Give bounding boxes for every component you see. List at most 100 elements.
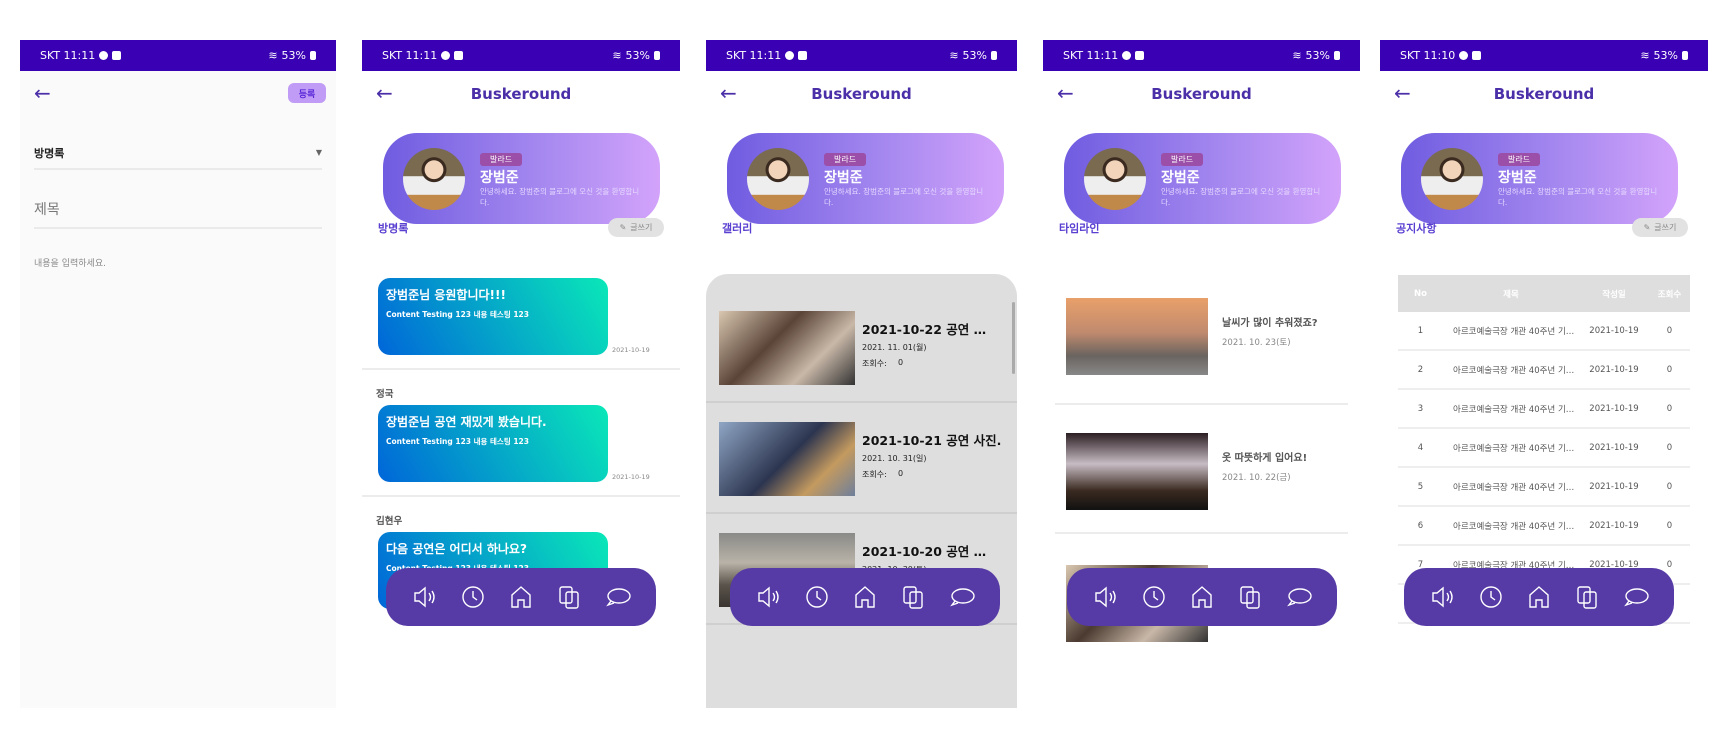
table-row[interactable]: 5 아르코예술극장 개관 40주년 기… 2021-10-19 0 <box>1398 468 1690 507</box>
wifi-icon: ≋ <box>1640 49 1650 62</box>
timeline-photo[interactable] <box>1066 298 1208 375</box>
divider <box>1055 532 1348 534</box>
back-arrow-icon[interactable]: ← <box>376 83 393 103</box>
table-row[interactable]: 6 아르코예술극장 개관 40주년 기… 2021-10-19 0 <box>1398 507 1690 546</box>
timeline-date: 2021. 10. 23(토) <box>1222 338 1291 348</box>
clock-icon[interactable] <box>1141 584 1167 610</box>
entry-date: 2021-10-19 <box>612 473 650 481</box>
back-arrow-icon[interactable]: ← <box>1057 83 1074 103</box>
status-time: SKT 11:11 <box>726 49 782 62</box>
genre-badge: 발라드 <box>1161 153 1204 166</box>
table-cell: 3 <box>1417 403 1424 414</box>
table-cell: 2021-10-19 <box>1589 442 1639 453</box>
table-row[interactable]: 4 아르코예술극장 개관 40주년 기… 2021-10-19 0 <box>1398 429 1690 468</box>
clock-icon[interactable] <box>1478 584 1504 610</box>
home-icon[interactable] <box>508 584 534 610</box>
copy-icon[interactable] <box>900 584 926 610</box>
chat-icon[interactable] <box>605 584 631 610</box>
artist-name: 장범준 <box>824 170 863 186</box>
status-time: SKT 11:11 <box>1063 49 1119 62</box>
table-cell: 2021-10-19 <box>1589 364 1639 375</box>
column-header: No <box>1414 288 1427 299</box>
content-input[interactable]: 내용을 입력하세요. <box>34 256 106 269</box>
gallery-item[interactable]: 2021-10-21 공연 사진. 2021. 10. 31(일) 조회수: 0 <box>706 403 1017 514</box>
bottom-nav <box>386 568 656 626</box>
views-label: 조회수: <box>862 470 887 479</box>
write-button[interactable]: ✎ 글쓰기 <box>1632 218 1688 237</box>
profile-card: 발라드 장범준 안녕하세요. 장범준의 블로그에 오신 것을 환영합니다. <box>1401 133 1678 224</box>
home-icon[interactable] <box>1189 584 1215 610</box>
table-cell: 4 <box>1417 442 1424 453</box>
artist-name: 장범준 <box>480 170 519 186</box>
artist-name: 장범준 <box>1498 170 1537 186</box>
table-header: No 제목 작성일 조회수 <box>1398 275 1690 312</box>
entry-title: 장범준님 응원합니다!!! <box>386 288 506 302</box>
chat-icon[interactable] <box>1623 584 1649 610</box>
board-select-value: 방명록 <box>34 146 65 160</box>
copy-icon[interactable] <box>1237 584 1263 610</box>
status-bar: SKT 11:10 ≋ 53% <box>1380 40 1708 71</box>
timeline-screen: SKT 11:11 ≋ 53% ← Buskeround 발라드 장범준 안녕하세요. 장범준… <box>1043 40 1360 708</box>
notice-screen: SKT 11:10 ≋ 53% ← Buskeround 발라드 장범준 안녕하세요. 장범준… <box>1380 40 1708 708</box>
table-row[interactable]: 3 아르코예술극장 개관 40주년 기… 2021-10-19 0 <box>1398 390 1690 429</box>
status-time: SKT 11:11 <box>40 49 96 62</box>
speaker-icon[interactable] <box>755 584 781 610</box>
speaker-icon[interactable] <box>411 584 437 610</box>
table-cell: 0 <box>1666 403 1673 414</box>
gallery-item[interactable]: 2021-10-22 공연 … 2021. 11. 01(월) 조회수: 0 <box>706 292 1017 403</box>
timeline-photo[interactable] <box>1066 433 1208 510</box>
app-title: Buskeround <box>811 85 912 103</box>
copy-icon[interactable] <box>556 584 582 610</box>
genre-badge: 발라드 <box>480 153 523 166</box>
table-cell: 2021-10-19 <box>1589 481 1639 492</box>
submit-button[interactable]: 등록 <box>288 83 326 103</box>
battery-icon <box>991 51 997 60</box>
home-icon[interactable] <box>1526 584 1552 610</box>
clock-icon[interactable] <box>804 584 830 610</box>
app-title: Buskeround <box>1493 85 1595 103</box>
title-input[interactable]: 제목 <box>34 190 322 229</box>
battery-level: 53% <box>962 49 987 62</box>
clock-icon[interactable] <box>460 584 486 610</box>
battery-icon <box>654 51 660 60</box>
board-select[interactable]: 방명록 ▼ <box>34 137 322 170</box>
message-icon <box>99 51 109 60</box>
table-row[interactable]: 1 아르코예술극장 개관 40주년 기… 2021-10-19 0 <box>1398 312 1690 351</box>
speaker-icon[interactable] <box>1092 584 1118 610</box>
back-arrow-icon[interactable]: ← <box>34 83 51 103</box>
status-bar: SKT 11:11 ≋ 53% <box>706 40 1017 71</box>
bottom-nav <box>1404 568 1674 626</box>
chat-icon[interactable] <box>949 584 975 610</box>
timeline-title[interactable]: 날씨가 많이 추워졌죠? <box>1222 314 1318 329</box>
guestbook-entry[interactable]: 장범준님 공연 재밌게 봤습니다. Content Testing 123 내용 … <box>378 405 608 482</box>
back-arrow-icon[interactable]: ← <box>720 83 737 103</box>
section-title: 갤러리 <box>722 222 753 235</box>
avatar <box>1421 148 1483 210</box>
avatar <box>403 148 465 210</box>
write-label: 글쓰기 <box>630 223 653 232</box>
speaker-icon[interactable] <box>1429 584 1455 610</box>
back-arrow-icon[interactable]: ← <box>1394 83 1411 103</box>
timeline-title[interactable]: 옷 따뜻하게 입어요! <box>1222 449 1307 464</box>
copy-icon[interactable] <box>1574 584 1600 610</box>
dropdown-arrow-icon: ▼ <box>315 148 322 157</box>
guestbook-entry[interactable]: 장범준님 응원합니다!!! Content Testing 123 내용 테스팅 … <box>378 278 608 355</box>
timeline-date: 2021. 10. 22(금) <box>1222 473 1291 483</box>
status-bar: SKT 11:11 ≋ 53% <box>20 40 336 71</box>
status-time: SKT 11:11 <box>382 49 438 62</box>
wifi-icon: ≋ <box>268 49 278 62</box>
battery-icon <box>310 51 316 60</box>
gallery-icon <box>1472 51 1482 60</box>
gallery-title: 2021-10-20 공연 … <box>862 544 987 559</box>
chat-icon[interactable] <box>1286 584 1312 610</box>
profile-card: 발라드 장범준 안녕하세요. 장범준의 블로그에 오신 것을 환영합니다. <box>1064 133 1341 224</box>
write-button[interactable]: ✎ 글쓰기 <box>608 218 664 237</box>
wifi-icon: ≋ <box>612 49 622 62</box>
status-time: SKT 11:10 <box>1400 49 1456 62</box>
section-title: 방명록 <box>378 222 409 235</box>
battery-level: 53% <box>1305 49 1330 62</box>
column-header: 조회수 <box>1657 289 1682 300</box>
bottom-nav <box>730 568 1000 626</box>
home-icon[interactable] <box>852 584 878 610</box>
table-row[interactable]: 2 아르코예술극장 개관 40주년 기… 2021-10-19 0 <box>1398 351 1690 390</box>
